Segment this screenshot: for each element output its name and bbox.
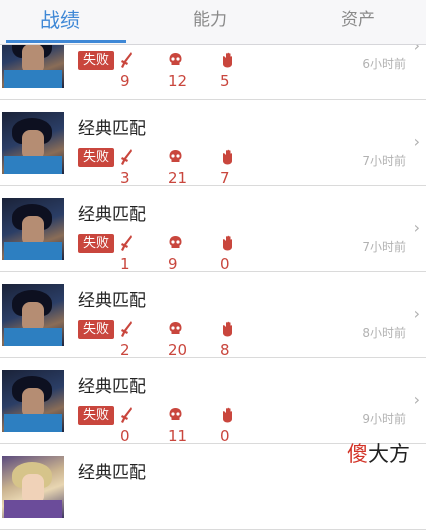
sword-icon — [121, 235, 132, 251]
hand-icon — [223, 407, 232, 423]
assists-stat: 0 — [220, 406, 237, 445]
skull-icon — [169, 150, 182, 162]
deaths-value: 12 — [168, 72, 188, 90]
sword-icon — [121, 407, 132, 423]
deaths-stat: 9 — [168, 234, 186, 273]
skull-icon — [169, 53, 182, 65]
watermark: 傻大方 — [347, 438, 410, 468]
assists-value: 7 — [220, 169, 230, 187]
assists-stat: 0 — [220, 234, 237, 273]
match-time: 7小时前 — [362, 240, 406, 254]
match-row[interactable]: 经典匹配 失败 3 21 7 7小时前 › — [0, 100, 426, 187]
match-row[interactable]: 经典匹配 失败 1 9 0 7小时前 › — [0, 186, 426, 273]
match-time: 7小时前 — [362, 154, 406, 168]
sword-icon — [121, 52, 132, 68]
match-title: 经典匹配 — [78, 377, 146, 397]
chevron-right-icon: › — [413, 304, 420, 323]
result-badge: 失败 — [78, 148, 114, 167]
sword-icon — [121, 149, 132, 165]
chevron-right-icon: › — [413, 390, 420, 409]
champion-avatar — [2, 456, 64, 518]
watermark-rest: 大方 — [368, 442, 410, 466]
kills-stat: 3 — [120, 148, 136, 187]
tab-bar: 战绩 能力 资产 — [0, 0, 426, 45]
deaths-stat: 12 — [168, 51, 187, 90]
tab-assets[interactable]: 资产 — [296, 0, 420, 42]
tab-record[interactable]: 战绩 — [0, 0, 120, 42]
watermark-first-char: 傻 — [347, 442, 368, 466]
active-tab-indicator — [6, 40, 126, 43]
match-title: 经典匹配 — [78, 463, 146, 483]
hand-icon — [223, 321, 232, 337]
deaths-stat: 20 — [168, 320, 187, 359]
chevron-right-icon: › — [413, 132, 420, 151]
deaths-stat: 11 — [168, 406, 187, 445]
skull-icon — [169, 236, 182, 248]
kills-value: 2 — [120, 341, 130, 359]
skull-icon — [169, 322, 182, 334]
champion-avatar — [2, 370, 64, 432]
hand-icon — [223, 235, 232, 251]
hand-icon — [223, 149, 232, 165]
kills-stat: 9 — [120, 51, 136, 90]
assists-stat: 8 — [220, 320, 237, 359]
assists-value: 8 — [220, 341, 230, 359]
assists-value: 0 — [220, 255, 230, 273]
assists-stat: 7 — [220, 148, 237, 187]
match-title: 经典匹配 — [78, 205, 146, 225]
result-badge: 失败 — [78, 320, 114, 339]
match-title: 经典匹配 — [78, 291, 146, 311]
assists-value: 5 — [220, 72, 230, 90]
kills-value: 0 — [120, 427, 130, 445]
sword-icon — [121, 321, 132, 337]
deaths-value: 21 — [168, 169, 188, 187]
deaths-value: 11 — [168, 427, 188, 445]
match-time: 9小时前 — [362, 412, 406, 426]
chevron-right-icon: › — [413, 218, 420, 237]
assists-value: 0 — [220, 427, 230, 445]
hand-icon — [223, 52, 232, 68]
kills-stat: 0 — [120, 406, 136, 445]
match-time: 6小时前 — [362, 57, 406, 71]
kills-stat: 1 — [120, 234, 136, 273]
assists-stat: 5 — [220, 51, 237, 90]
deaths-value: 9 — [168, 255, 178, 273]
match-title: 经典匹配 — [78, 119, 146, 139]
kills-value: 1 — [120, 255, 130, 273]
kills-stat: 2 — [120, 320, 136, 359]
result-badge: 失败 — [78, 234, 114, 253]
result-badge: 失败 — [78, 51, 114, 70]
deaths-value: 20 — [168, 341, 188, 359]
champion-avatar — [2, 112, 64, 174]
kills-value: 3 — [120, 169, 130, 187]
match-time: 8小时前 — [362, 326, 406, 340]
kills-value: 9 — [120, 72, 130, 90]
result-badge: 失败 — [78, 406, 114, 425]
champion-avatar — [2, 198, 64, 260]
deaths-stat: 21 — [168, 148, 187, 187]
champion-avatar — [2, 284, 64, 346]
tab-ability[interactable]: 能力 — [148, 0, 272, 42]
match-row[interactable]: 经典匹配 失败 0 11 0 9小时前 › — [0, 358, 426, 445]
match-row[interactable]: 经典匹配 失败 2 20 8 8小时前 › — [0, 272, 426, 359]
skull-icon — [169, 408, 182, 420]
